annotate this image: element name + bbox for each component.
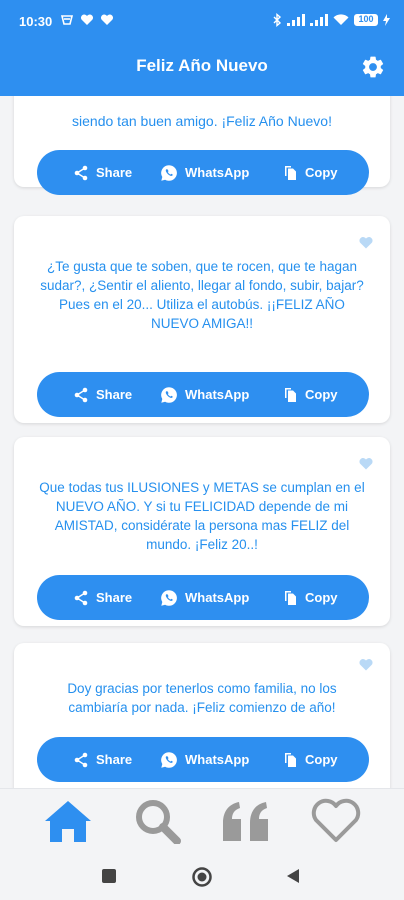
share-icon: [74, 752, 88, 767]
copy-button[interactable]: Copy: [282, 737, 338, 782]
recents-button[interactable]: [102, 869, 116, 883]
signal-icon: [287, 14, 305, 26]
heart-icon[interactable]: [359, 457, 373, 470]
quote-icon: [223, 802, 268, 841]
copy-icon: [285, 166, 296, 180]
nav-home[interactable]: [38, 797, 98, 845]
whatsapp-button[interactable]: WhatsApp: [160, 150, 249, 195]
copy-icon: [285, 388, 296, 402]
heart-icon: [311, 798, 361, 842]
share-icon: [74, 387, 88, 402]
nav-search[interactable]: [128, 797, 188, 845]
charging-icon: [383, 14, 390, 26]
home-icon: [45, 801, 91, 842]
whatsapp-label: WhatsApp: [185, 165, 250, 180]
message-text: siendo tan buen amigo. ¡Feliz Año Nuevo!: [72, 113, 332, 129]
message-card: siendo tan buen amigo. ¡Feliz Año Nuevo!…: [14, 96, 390, 195]
bottom-nav: [0, 788, 404, 850]
status-system-icons: 100: [272, 13, 390, 27]
message-list[interactable]: siendo tan buen amigo. ¡Feliz Año Nuevo!…: [0, 96, 404, 788]
heart-icon[interactable]: [359, 658, 373, 671]
message-card: ¿Te gusta que te soben, que te rocen, qu…: [14, 216, 390, 423]
bluetooth-icon: [273, 13, 282, 27]
heart-rate-icon-2: [100, 14, 114, 25]
share-label: Share: [96, 165, 133, 180]
share-button[interactable]: Share: [73, 150, 132, 195]
message-card: Que todas tus ILUSIONES y METAS se cumpl…: [14, 437, 390, 626]
share-label: Share: [96, 387, 133, 402]
vpn-icon: [60, 15, 74, 25]
copy-button[interactable]: Copy: [282, 575, 338, 620]
copy-label: Copy: [305, 165, 338, 180]
share-button[interactable]: Share: [73, 737, 132, 782]
page-title: Feliz Año Nuevo: [136, 56, 268, 75]
copy-icon: [285, 591, 296, 605]
whatsapp-button[interactable]: WhatsApp: [160, 737, 249, 782]
whatsapp-button[interactable]: WhatsApp: [160, 372, 249, 417]
gear-icon: [362, 56, 384, 78]
copy-label: Copy: [305, 590, 338, 605]
signal-icon-2: [310, 14, 328, 26]
message-card: Doy gracias por tenerlos como familia, n…: [14, 643, 390, 788]
copy-label: Copy: [305, 387, 338, 402]
whatsapp-label: WhatsApp: [185, 752, 250, 767]
message-actions: Share WhatsApp Copy: [37, 372, 369, 417]
battery-icon: 100: [354, 14, 378, 26]
message-text: Que todas tus ILUSIONES y METAS se cumpl…: [39, 480, 365, 552]
system-nav-bar: [0, 850, 404, 900]
home-button[interactable]: [191, 866, 213, 888]
share-button[interactable]: Share: [73, 575, 132, 620]
settings-button[interactable]: [360, 54, 386, 80]
copy-label: Copy: [305, 752, 338, 767]
message-text: ¿Te gusta que te soben, que te rocen, qu…: [40, 259, 364, 331]
whatsapp-label: WhatsApp: [185, 387, 250, 402]
status-bar: 10:30 100: [0, 0, 404, 40]
share-icon: [74, 165, 88, 180]
share-icon: [74, 590, 88, 605]
message-actions: Share WhatsApp Copy: [37, 737, 369, 782]
whatsapp-icon: [161, 164, 177, 181]
whatsapp-icon: [161, 386, 177, 403]
whatsapp-icon: [161, 751, 177, 768]
whatsapp-label: WhatsApp: [185, 590, 250, 605]
status-time: 10:30: [19, 14, 53, 29]
message-actions: Share WhatsApp Copy: [37, 150, 369, 195]
heart-icon[interactable]: [359, 236, 373, 249]
message-text: Doy gracias por tenerlos como familia, n…: [67, 681, 337, 715]
share-label: Share: [96, 590, 133, 605]
back-button[interactable]: [286, 868, 300, 884]
share-label: Share: [96, 752, 133, 767]
nav-quotes[interactable]: [216, 797, 276, 845]
whatsapp-button[interactable]: WhatsApp: [160, 575, 249, 620]
copy-button[interactable]: Copy: [282, 372, 338, 417]
whatsapp-icon: [161, 589, 177, 606]
status-notification-icons: [60, 13, 114, 27]
message-actions: Share WhatsApp Copy: [37, 575, 369, 620]
copy-icon: [285, 753, 296, 767]
search-icon: [136, 800, 181, 844]
wifi-icon: [333, 14, 349, 25]
battery-level: 100: [358, 14, 374, 24]
share-button[interactable]: Share: [73, 372, 132, 417]
nav-favorites[interactable]: [306, 797, 366, 845]
heart-rate-icon: [80, 14, 94, 25]
app-bar: Feliz Año Nuevo: [0, 40, 404, 96]
copy-button[interactable]: Copy: [282, 150, 338, 195]
